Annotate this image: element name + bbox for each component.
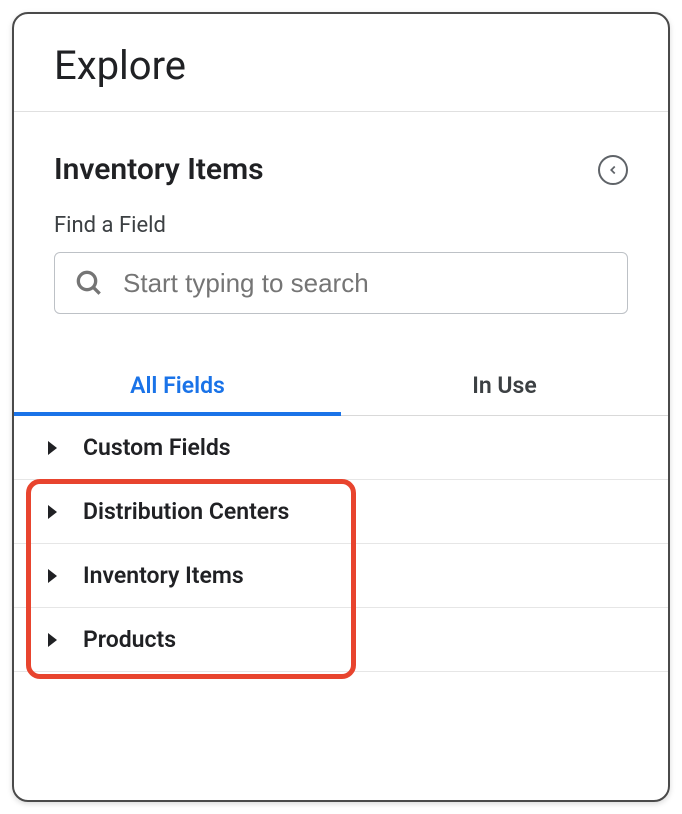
expand-icon — [48, 569, 57, 583]
tab-in-use[interactable]: In Use — [341, 356, 668, 415]
field-group-inventory-items[interactable]: Inventory Items — [14, 544, 668, 608]
section-title: Inventory Items — [54, 152, 264, 187]
panel-header: Explore — [14, 14, 668, 112]
field-group-label: Inventory Items — [83, 562, 244, 589]
field-group-label: Distribution Centers — [83, 498, 289, 525]
collapse-button[interactable] — [598, 155, 628, 185]
expand-icon — [48, 505, 57, 519]
search-block: Find a Field — [14, 187, 668, 314]
search-input[interactable] — [123, 268, 609, 299]
section-header: Inventory Items — [14, 112, 668, 187]
expand-icon — [48, 633, 57, 647]
field-group-products[interactable]: Products — [14, 608, 668, 672]
field-group-custom-fields[interactable]: Custom Fields — [14, 416, 668, 480]
field-group-distribution-centers[interactable]: Distribution Centers — [14, 480, 668, 544]
field-list: Custom Fields Distribution Centers Inven… — [14, 416, 668, 672]
tab-all-fields[interactable]: All Fields — [14, 356, 341, 415]
search-label: Find a Field — [54, 213, 628, 238]
tabs-bar: All Fields In Use — [14, 356, 668, 416]
field-group-label: Products — [83, 626, 176, 653]
page-title: Explore — [54, 42, 628, 89]
expand-icon — [48, 441, 57, 455]
search-input-container[interactable] — [54, 252, 628, 314]
chevron-left-icon — [606, 163, 620, 177]
field-group-label: Custom Fields — [83, 434, 231, 461]
search-icon — [73, 267, 105, 299]
explore-panel: Explore Inventory Items Find a Field All… — [12, 12, 670, 802]
